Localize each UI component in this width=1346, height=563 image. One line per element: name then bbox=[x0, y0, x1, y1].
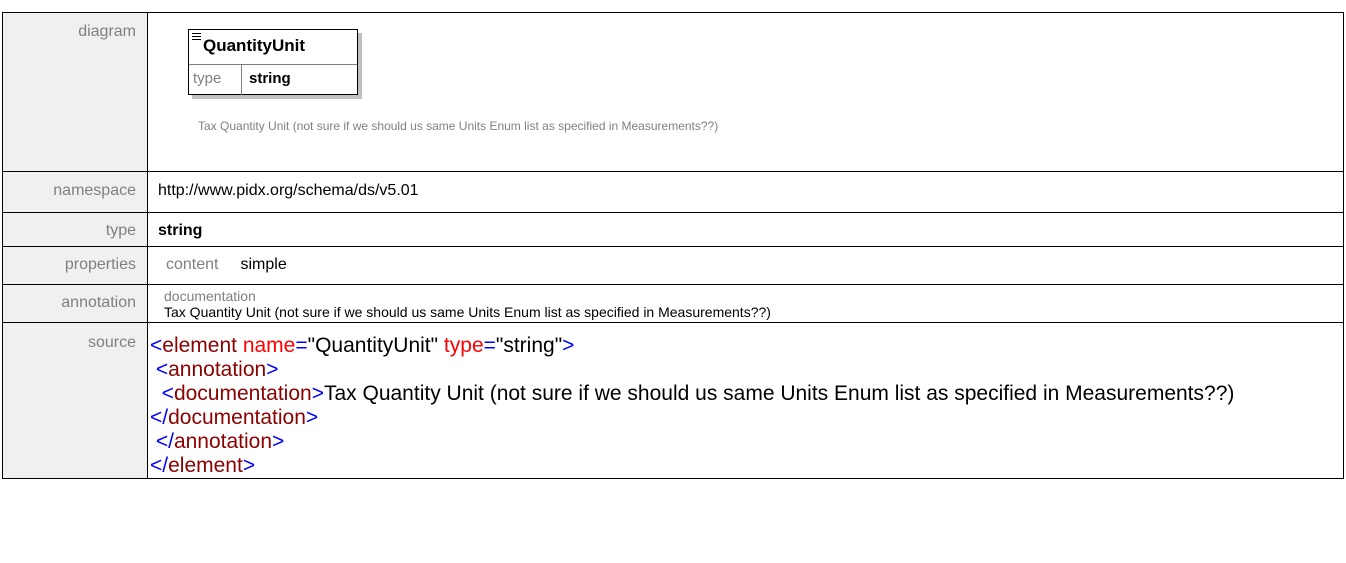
row-diagram: diagram QuantityUnit type string Tax Qua… bbox=[2, 12, 1344, 172]
label-cell-namespace: namespace bbox=[2, 171, 148, 213]
label-cell-annotation: annotation bbox=[2, 284, 148, 323]
label-namespace: namespace bbox=[53, 182, 136, 199]
namespace-value: http://www.pidx.org/schema/ds/v5.01 bbox=[158, 182, 419, 199]
element-name: QuantityUnit bbox=[203, 36, 305, 55]
source-code: <element name="QuantityUnit" type="strin… bbox=[148, 323, 1343, 478]
source-line: <documentation>Tax Quantity Unit (not su… bbox=[150, 382, 1235, 429]
label-cell-source: source bbox=[2, 322, 148, 479]
source-line: </element> bbox=[150, 454, 256, 477]
label-cell-diagram: diagram bbox=[2, 12, 148, 172]
row-annotation: annotation documentation Tax Quantity Un… bbox=[2, 284, 1344, 323]
element-type-value: string bbox=[249, 70, 291, 87]
label-properties: properties bbox=[64, 256, 136, 273]
schema-doc-page: diagram QuantityUnit type string Tax Qua… bbox=[0, 0, 1346, 563]
element-doc-table: diagram QuantityUnit type string Tax Qua… bbox=[2, 12, 1344, 479]
row-properties: properties content simple bbox=[2, 246, 1344, 285]
property-key: content bbox=[166, 256, 219, 273]
label-annotation: annotation bbox=[61, 294, 136, 311]
label-cell-type: type bbox=[2, 212, 148, 247]
element-box[interactable]: QuantityUnit type string bbox=[188, 29, 362, 99]
annotation-key: documentation bbox=[164, 288, 256, 304]
label-source: source bbox=[87, 334, 136, 351]
annotation-cell: documentation Tax Quantity Unit (not sur… bbox=[147, 284, 1344, 323]
element-box-face: QuantityUnit type string bbox=[188, 29, 358, 95]
diagram-cell: QuantityUnit type string Tax Quantity Un… bbox=[147, 12, 1344, 172]
namespace-cell: http://www.pidx.org/schema/ds/v5.01 bbox=[147, 171, 1344, 213]
row-source: source <element name="QuantityUnit" type… bbox=[2, 322, 1344, 479]
label-diagram: diagram bbox=[78, 23, 136, 40]
label-type: type bbox=[105, 222, 136, 239]
source-cell: <element name="QuantityUnit" type="strin… bbox=[147, 322, 1344, 479]
element-type-key: type bbox=[193, 70, 222, 87]
element-icon bbox=[192, 33, 201, 41]
label-cell-properties: properties bbox=[2, 246, 148, 285]
annotation-value: Tax Quantity Unit (not sure if we should… bbox=[164, 304, 771, 320]
row-type: type string bbox=[2, 212, 1344, 247]
source-line: <element name="QuantityUnit" type="strin… bbox=[150, 334, 575, 357]
row-namespace: namespace http://www.pidx.org/schema/ds/… bbox=[2, 171, 1344, 213]
source-line: </annotation> bbox=[155, 430, 285, 453]
diagram: QuantityUnit type string Tax Quantity Un… bbox=[158, 13, 1343, 171]
type-value[interactable]: string bbox=[158, 222, 1343, 240]
type-cell: string bbox=[147, 212, 1344, 247]
diagram-documentation: Tax Quantity Unit (not sure if we should… bbox=[198, 119, 719, 133]
property-value: simple bbox=[240, 256, 287, 273]
properties-cell: content simple bbox=[147, 246, 1344, 285]
element-type-row: type string bbox=[189, 64, 357, 95]
source-line: <annotation> bbox=[155, 358, 279, 381]
type-separator bbox=[241, 65, 242, 95]
property-content: content simple bbox=[158, 256, 1343, 274]
